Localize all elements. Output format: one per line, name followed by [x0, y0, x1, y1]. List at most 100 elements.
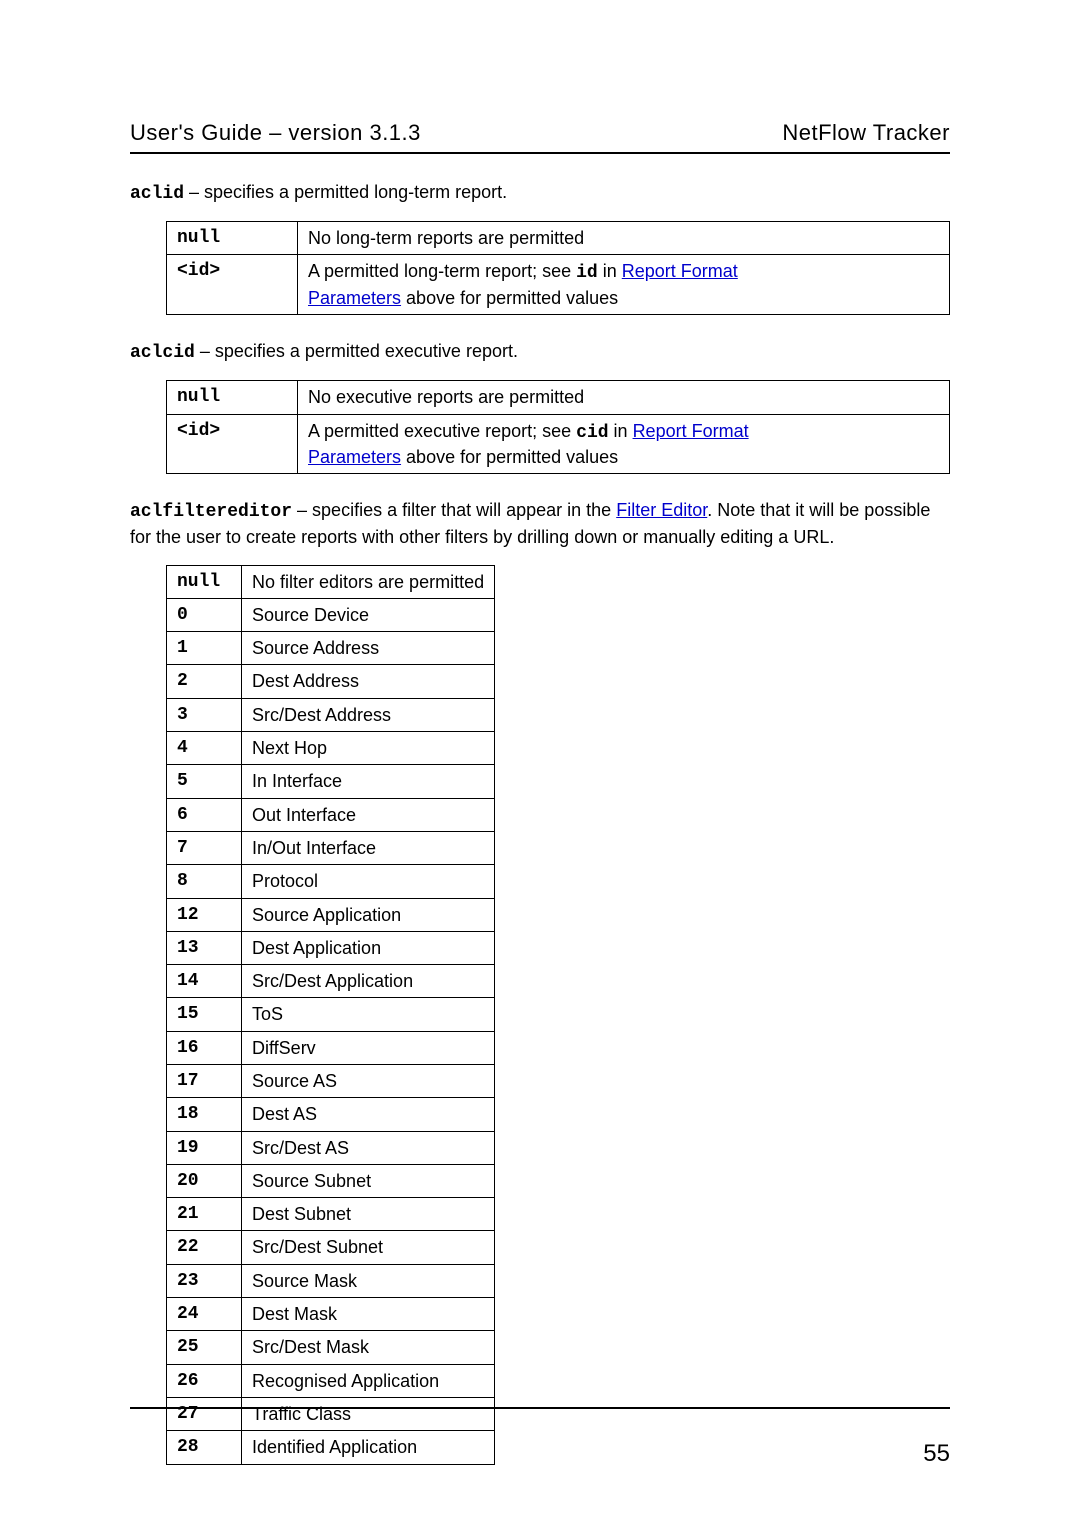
table-value: Source Mask — [242, 1264, 495, 1297]
aclcid-table: nullNo executive reports are permitted<i… — [166, 380, 950, 474]
table-value: Out Interface — [242, 798, 495, 831]
aclfiltereditor-desc-pre: – specifies a filter that will appear in… — [292, 500, 616, 520]
table-row: 1Source Address — [167, 632, 495, 665]
table-key: 14 — [167, 965, 242, 998]
aclcid-paragraph: aclcid – specifies a permitted executive… — [130, 339, 950, 366]
table-value: Identified Application — [242, 1431, 495, 1464]
table-row: 2Dest Address — [167, 665, 495, 698]
table-row: 22Src/Dest Subnet — [167, 1231, 495, 1264]
table-key: 19 — [167, 1131, 242, 1164]
parameters-link[interactable]: Parameters — [308, 447, 401, 467]
table-value: DiffServ — [242, 1031, 495, 1064]
table-row: 28Identified Application — [167, 1431, 495, 1464]
report-format-link[interactable]: Report Format — [622, 261, 738, 281]
table-key: 25 — [167, 1331, 242, 1364]
table-key: 24 — [167, 1298, 242, 1331]
table-key: 28 — [167, 1431, 242, 1464]
table-value: Src/Dest AS — [242, 1131, 495, 1164]
table-value: A permitted executive report; see cid in… — [298, 414, 950, 474]
table-key: 12 — [167, 898, 242, 931]
table-key: 22 — [167, 1231, 242, 1264]
table-value: Src/Dest Mask — [242, 1331, 495, 1364]
parameters-link[interactable]: Parameters — [308, 288, 401, 308]
table-key: 4 — [167, 732, 242, 765]
table-key: 17 — [167, 1064, 242, 1097]
footer-rule — [130, 1407, 950, 1409]
table-key: 26 — [167, 1364, 242, 1397]
text: in — [609, 421, 633, 441]
table-row: 21Dest Subnet — [167, 1198, 495, 1231]
text: in — [598, 261, 622, 281]
table-value: No executive reports are permitted — [298, 381, 950, 414]
table-value: Dest Application — [242, 931, 495, 964]
table-row: 20Source Subnet — [167, 1164, 495, 1197]
table-value: Traffic Class — [242, 1397, 495, 1430]
aclfiltereditor-name: aclfiltereditor — [130, 502, 292, 522]
table-key: 1 — [167, 632, 242, 665]
table-value: Dest AS — [242, 1098, 495, 1131]
text: above for permitted values — [401, 447, 618, 467]
code-text: id — [576, 263, 598, 283]
aclfiltereditor-paragraph: aclfiltereditor – specifies a filter tha… — [130, 498, 950, 550]
table-key: 21 — [167, 1198, 242, 1231]
text: A permitted long-term report; see — [308, 261, 576, 281]
header-left: User's Guide – version 3.1.3 — [130, 120, 421, 146]
table-row: nullNo executive reports are permitted — [167, 381, 950, 414]
table-key: 15 — [167, 998, 242, 1031]
table-value: A permitted long-term report; see id in … — [298, 255, 950, 315]
table-row: 4Next Hop — [167, 732, 495, 765]
table-value: ToS — [242, 998, 495, 1031]
table-row: 14Src/Dest Application — [167, 965, 495, 998]
table-value: In/Out Interface — [242, 831, 495, 864]
table-value: Dest Subnet — [242, 1198, 495, 1231]
table-row: 6Out Interface — [167, 798, 495, 831]
aclfiltereditor-table: nullNo filter editors are permitted0Sour… — [166, 565, 495, 1465]
table-row: 3Src/Dest Address — [167, 698, 495, 731]
table-row: 26Recognised Application — [167, 1364, 495, 1397]
page-number: 55 — [923, 1440, 950, 1468]
table-row: 24Dest Mask — [167, 1298, 495, 1331]
table-key: 27 — [167, 1397, 242, 1430]
table-key: 8 — [167, 865, 242, 898]
header-rule — [130, 152, 950, 154]
aclid-paragraph: aclid – specifies a permitted long-term … — [130, 180, 950, 207]
header-right: NetFlow Tracker — [782, 120, 950, 146]
aclid-name: aclid — [130, 184, 184, 204]
table-key: 0 — [167, 598, 242, 631]
table-row: 17Source AS — [167, 1064, 495, 1097]
table-value: Recognised Application — [242, 1364, 495, 1397]
table-row: 23Source Mask — [167, 1264, 495, 1297]
table-row: 7In/Out Interface — [167, 831, 495, 864]
aclcid-desc: – specifies a permitted executive report… — [195, 341, 518, 361]
text: above for permitted values — [401, 288, 618, 308]
table-key: 18 — [167, 1098, 242, 1131]
table-row: 13Dest Application — [167, 931, 495, 964]
report-format-link[interactable]: Report Format — [633, 421, 749, 441]
aclid-desc: – specifies a permitted long-term report… — [184, 182, 507, 202]
table-value: Src/Dest Subnet — [242, 1231, 495, 1264]
table-value: Next Hop — [242, 732, 495, 765]
table-value: Protocol — [242, 865, 495, 898]
aclcid-name: aclcid — [130, 343, 195, 363]
table-value: In Interface — [242, 765, 495, 798]
table-value: No filter editors are permitted — [242, 565, 495, 598]
table-row: 15ToS — [167, 998, 495, 1031]
table-key: 7 — [167, 831, 242, 864]
table-row: 25Src/Dest Mask — [167, 1331, 495, 1364]
table-value: No long-term reports are permitted — [298, 222, 950, 255]
table-value: Source Address — [242, 632, 495, 665]
table-row: 16DiffServ — [167, 1031, 495, 1064]
table-row: 8Protocol — [167, 865, 495, 898]
table-key: 2 — [167, 665, 242, 698]
table-value: Src/Dest Address — [242, 698, 495, 731]
table-value: Dest Mask — [242, 1298, 495, 1331]
filter-editor-link[interactable]: Filter Editor — [616, 500, 707, 520]
table-key: null — [167, 381, 298, 414]
table-key: <id> — [167, 414, 298, 474]
table-value: Dest Address — [242, 665, 495, 698]
table-value: Source Application — [242, 898, 495, 931]
page: User's Guide – version 3.1.3 NetFlow Tra… — [0, 0, 1080, 1528]
table-key: null — [167, 565, 242, 598]
table-value: Source Subnet — [242, 1164, 495, 1197]
code-text: cid — [576, 423, 608, 443]
